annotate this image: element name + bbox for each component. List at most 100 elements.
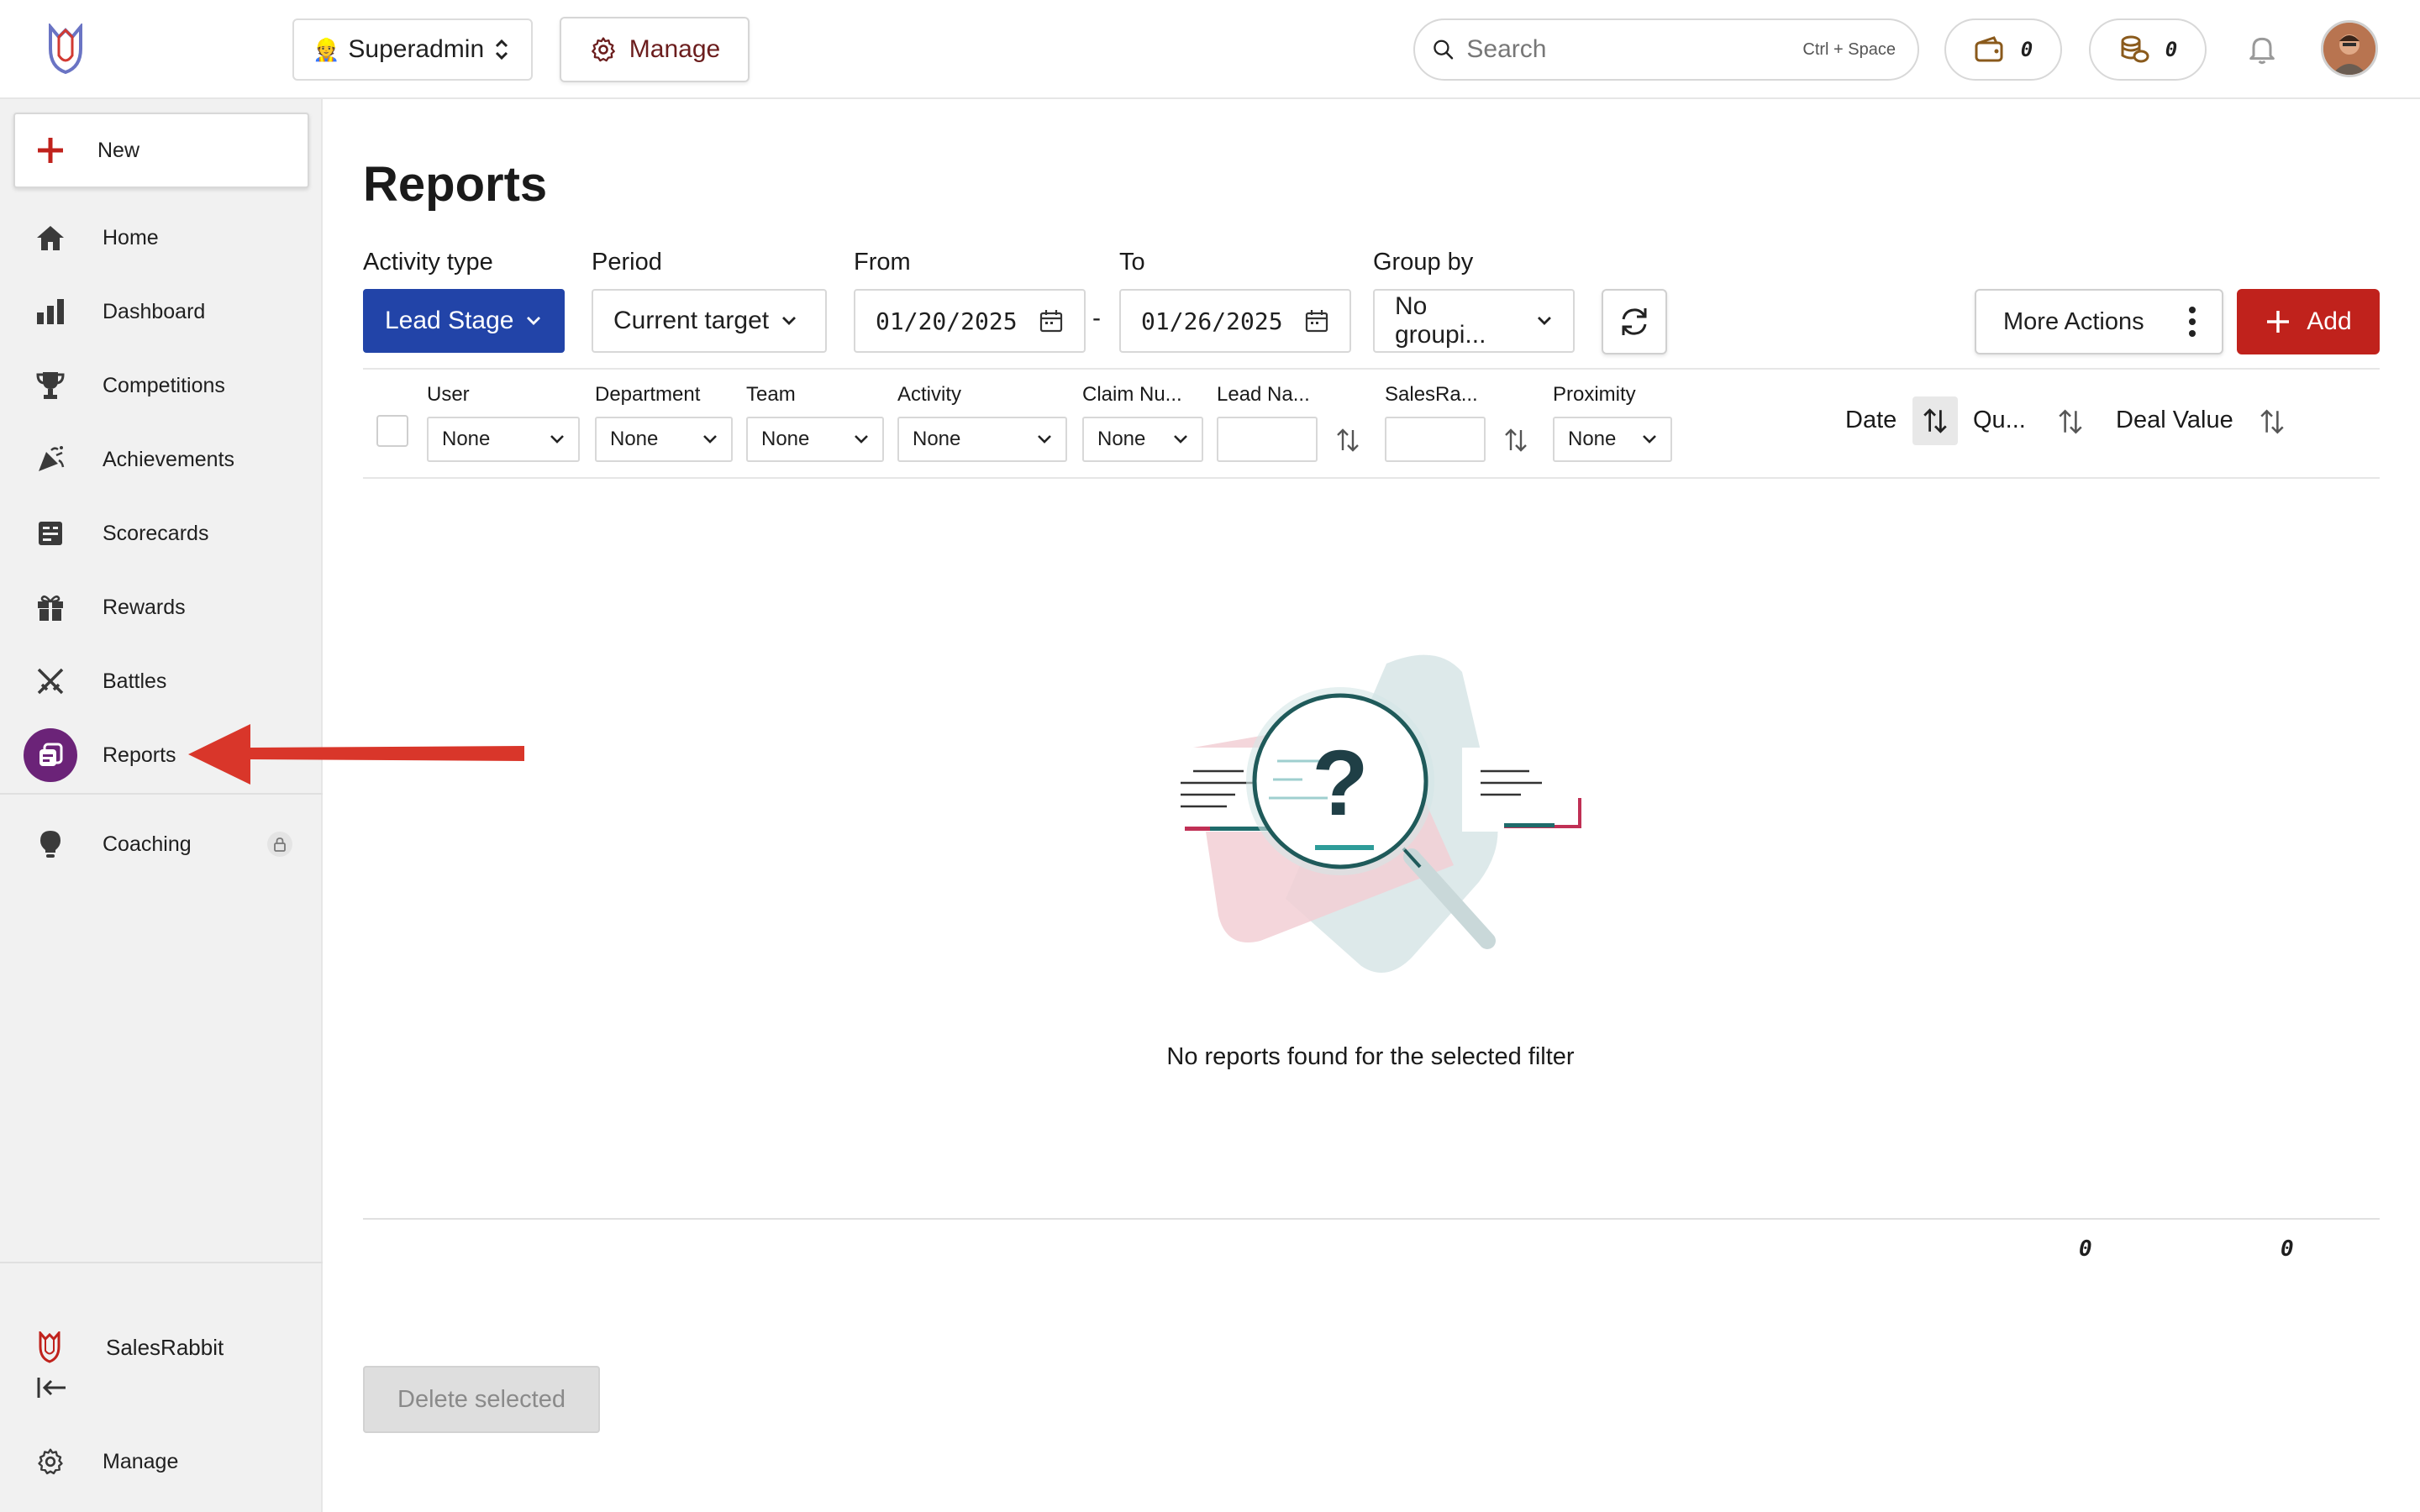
sort-deal-value-button[interactable] — [2257, 407, 2287, 437]
activity-type-select[interactable]: Lead Stage — [363, 289, 565, 353]
role-emoji: 👷 — [313, 36, 340, 62]
chevron-down-icon — [782, 317, 797, 325]
column-proximity-label: Proximity — [1553, 383, 1636, 406]
empty-state-illustration: ? — [1168, 654, 1581, 973]
activity-filter-select[interactable]: None — [897, 417, 1067, 462]
total-quantity: 0 — [2079, 1236, 2092, 1262]
sidebar-item-manage[interactable]: Manage — [0, 1428, 323, 1495]
svg-text:?: ? — [1312, 732, 1368, 835]
activity-type-value: Lead Stage — [385, 307, 514, 334]
to-date-value: 01/26/2025 — [1141, 307, 1283, 335]
new-button[interactable]: New — [13, 113, 309, 188]
user-filter-select[interactable]: None — [427, 417, 580, 462]
sidebar-item-scorecards[interactable]: Scorecards — [0, 500, 323, 567]
party-popper-icon — [34, 443, 67, 476]
proximity-filter-select[interactable]: None — [1553, 417, 1672, 462]
sidebar-item-rewards[interactable]: Rewards — [0, 574, 323, 641]
to-label: To — [1119, 249, 1145, 276]
coins-icon — [2121, 35, 2149, 63]
column-department-label: Department — [595, 383, 701, 406]
manage-label: Manage — [629, 35, 721, 63]
more-actions-button[interactable]: More Actions — [1975, 289, 2223, 354]
sidebar-item-label: Reports — [103, 743, 176, 767]
column-deal-value-header[interactable]: Deal Value — [2116, 407, 2233, 434]
activity-type-label: Activity type — [363, 249, 493, 276]
app-logo-icon[interactable] — [44, 24, 87, 76]
sidebar-item-home[interactable]: Home — [0, 204, 323, 271]
notification-bell-icon[interactable] — [2245, 32, 2279, 66]
column-quantity-header[interactable]: Qu... — [1973, 407, 2026, 434]
column-date-header[interactable]: Date — [1845, 407, 1897, 434]
sort-arrows-icon — [1337, 428, 1359, 452]
sort-salesrabbit-button[interactable] — [1501, 425, 1531, 455]
search-shortcut-hint: Ctrl + Space — [1802, 39, 1896, 59]
group-by-select[interactable]: No groupi... — [1373, 289, 1575, 353]
claim-number-filter-select[interactable]: None — [1082, 417, 1203, 462]
sidebar-item-label: Dashboard — [103, 299, 206, 323]
to-date-input[interactable]: 01/26/2025 — [1119, 289, 1351, 353]
calendar-icon[interactable] — [1304, 308, 1329, 333]
role-selector[interactable]: 👷 Superadmin — [292, 18, 533, 81]
from-date-value: 01/20/2025 — [876, 307, 1018, 335]
sort-date-button[interactable] — [1912, 396, 1958, 445]
sort-arrows-icon — [2059, 409, 2082, 434]
salesrabbit-filter-input[interactable] — [1385, 417, 1486, 462]
annotation-arrow — [188, 724, 524, 785]
lead-name-filter-input[interactable] — [1217, 417, 1318, 462]
avatar-image — [2323, 23, 2375, 75]
chevron-up-down-icon — [496, 39, 508, 60]
period-select[interactable]: Current target — [592, 289, 827, 353]
select-all-checkbox[interactable] — [376, 415, 408, 447]
chevron-down-icon — [550, 435, 564, 444]
sidebar-item-battles[interactable]: Battles — [0, 648, 323, 715]
add-button[interactable]: Add — [2237, 289, 2380, 354]
refresh-button[interactable] — [1602, 289, 1667, 354]
sidebar-item-label: Rewards — [103, 595, 186, 619]
delete-selected-button[interactable]: Delete selected — [363, 1366, 600, 1433]
sort-lead-name-button[interactable] — [1333, 425, 1363, 455]
column-user-label: User — [427, 383, 470, 406]
team-filter-value: None — [761, 428, 810, 450]
gear-icon — [34, 1445, 67, 1478]
chevron-down-icon — [703, 435, 717, 444]
sidebar-item-competitions[interactable]: Competitions — [0, 352, 323, 419]
user-avatar[interactable] — [2321, 20, 2378, 77]
department-filter-value: None — [610, 428, 659, 450]
refresh-icon — [1622, 308, 1647, 335]
sidebar-divider — [0, 1262, 323, 1263]
sidebar-item-dashboard[interactable]: Dashboard — [0, 278, 323, 345]
gear-icon — [591, 37, 615, 62]
top-bar: 👷 Superadmin Manage Ctrl + Space 0 — [0, 0, 2420, 99]
team-filter-select[interactable]: None — [746, 417, 884, 462]
search-input[interactable] — [1466, 35, 1791, 64]
more-actions-label: More Actions — [2003, 307, 2144, 335]
column-salesrabbit-label: SalesRa... — [1385, 383, 1478, 406]
calendar-icon[interactable] — [1039, 308, 1064, 333]
activity-filter-value: None — [913, 428, 961, 450]
group-by-value: No groupi... — [1395, 292, 1486, 349]
wallet-balance[interactable]: 0 — [1944, 18, 2062, 81]
sidebar-item-label: Competitions — [103, 373, 225, 397]
sort-arrows-icon — [2260, 409, 2284, 434]
proximity-filter-value: None — [1568, 428, 1617, 450]
sidebar-item-label: Home — [103, 225, 159, 249]
sidebar: New Home Dashboard Competitions Achievem… — [0, 99, 323, 1512]
manage-button[interactable]: Manage — [560, 17, 750, 82]
search-icon — [1434, 39, 1454, 60]
new-label: New — [97, 138, 140, 162]
wallet-count: 0 — [2020, 38, 2033, 61]
department-filter-select[interactable]: None — [595, 417, 733, 462]
sidebar-item-achievements[interactable]: Achievements — [0, 426, 323, 493]
coins-balance[interactable]: 0 — [2089, 18, 2207, 81]
add-label: Add — [2307, 307, 2352, 335]
sort-quantity-button[interactable] — [2055, 407, 2086, 437]
chevron-down-icon — [1538, 317, 1552, 325]
brand-label: SalesRabbit — [106, 1334, 224, 1360]
sort-arrows-icon — [1923, 408, 1947, 433]
search-box[interactable]: Ctrl + Space — [1413, 18, 1919, 81]
bar-chart-icon — [34, 295, 67, 328]
coins-count: 0 — [2165, 38, 2178, 61]
sidebar-item-coaching[interactable]: Coaching — [0, 811, 323, 878]
from-date-input[interactable]: 01/20/2025 — [854, 289, 1086, 353]
collapse-sidebar-button[interactable] — [34, 1369, 71, 1406]
